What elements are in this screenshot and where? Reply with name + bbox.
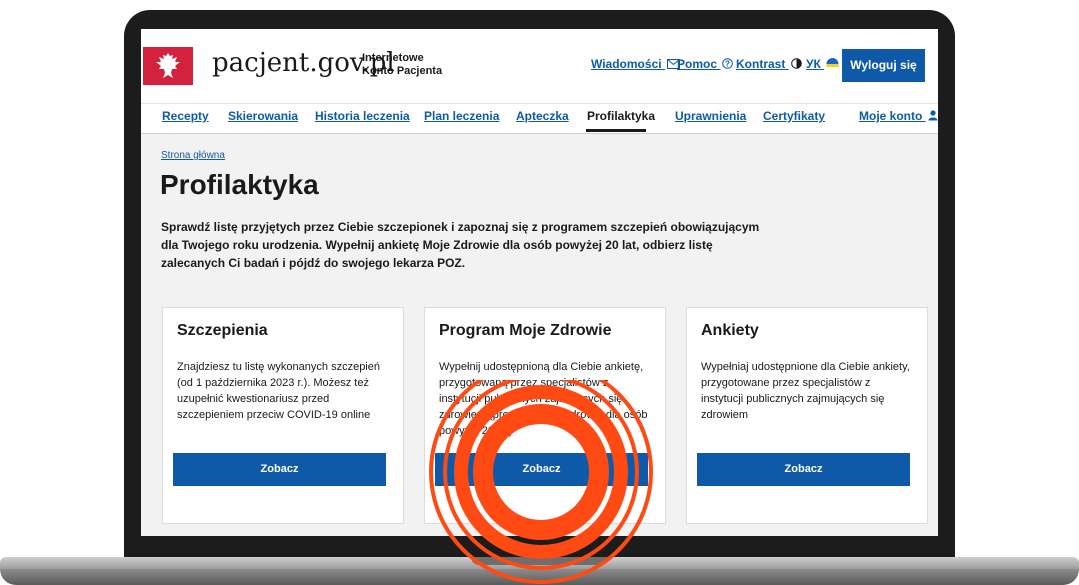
breadcrumb-home[interactable]: Strona główna xyxy=(161,150,225,161)
page-title: Profilaktyka xyxy=(160,169,319,200)
nav-item-uprawnienia[interactable]: Uprawnienia xyxy=(675,109,746,123)
nav-item-certyfikaty[interactable]: Certyfikaty xyxy=(763,109,825,123)
click-target-rings-icon xyxy=(429,380,653,584)
contrast-link[interactable]: Kontrast xyxy=(736,57,802,71)
nav-item-historia-leczenia[interactable]: Historia leczenia xyxy=(315,109,410,123)
nav-item-recepty[interactable]: Recepty xyxy=(162,109,209,123)
card-szczepienia: Szczepienia Znajdziesz tu listę wykonany… xyxy=(162,307,404,524)
logo-sub-line2: Konto Pacjenta xyxy=(362,65,443,77)
user-icon xyxy=(928,110,938,121)
card-ankiety-button[interactable]: Zobacz xyxy=(697,453,910,486)
nav-item-apteczka[interactable]: Apteczka xyxy=(516,109,569,123)
card-ankiety: Ankiety Wypełniaj udostępnione dla Ciebi… xyxy=(686,307,928,524)
card-szczepienia-button[interactable]: Zobacz xyxy=(173,453,386,486)
question-icon: ? xyxy=(722,58,734,69)
main-navigation: Recepty Skierowania Historia leczenia Pl… xyxy=(141,103,938,134)
language-label: УК xyxy=(806,57,821,71)
nav-active-indicator xyxy=(586,129,646,132)
logo-emblem[interactable] xyxy=(143,47,193,85)
card-text: Znajdziesz tu listę wykonanych szczepień… xyxy=(177,361,380,421)
eagle-icon xyxy=(156,53,180,78)
nav-item-moje-konto-label: Moje konto xyxy=(859,109,923,123)
card-title: Szczepienia xyxy=(177,322,268,339)
nav-item-profilaktyka[interactable]: Profilaktyka xyxy=(587,109,655,123)
nav-item-plan-leczenia[interactable]: Plan leczenia xyxy=(424,109,499,123)
svg-text:?: ? xyxy=(725,59,730,68)
messages-link[interactable]: Wiadomości xyxy=(591,57,680,71)
help-link[interactable]: Pomoc ? xyxy=(677,57,734,71)
card-title: Program Moje Zdrowie xyxy=(439,322,612,339)
ukraine-flag-icon xyxy=(826,58,839,67)
language-link[interactable]: УК xyxy=(806,57,839,71)
card-text: Wypełniaj udostępnione dla Ciebie ankiet… xyxy=(701,361,910,421)
contrast-label: Kontrast xyxy=(736,57,786,71)
card-title: Ankiety xyxy=(701,322,759,339)
help-label: Pomoc xyxy=(677,57,718,71)
messages-label: Wiadomości xyxy=(591,57,662,71)
intro-text: Sprawdź listę przyjętych przez Ciebie sz… xyxy=(161,220,760,270)
nav-item-moje-konto[interactable]: Moje konto xyxy=(859,109,938,123)
site-logo-subtitle: Internetowe Konto Pacjenta xyxy=(362,52,442,78)
logout-button[interactable]: Wyloguj się xyxy=(842,49,925,82)
site-header: pacjent.gov.pl Internetowe Konto Pacjent… xyxy=(141,29,938,103)
logo-sub-line1: Internetowe xyxy=(362,52,424,64)
nav-item-skierowania[interactable]: Skierowania xyxy=(228,109,298,123)
contrast-icon xyxy=(790,58,802,69)
